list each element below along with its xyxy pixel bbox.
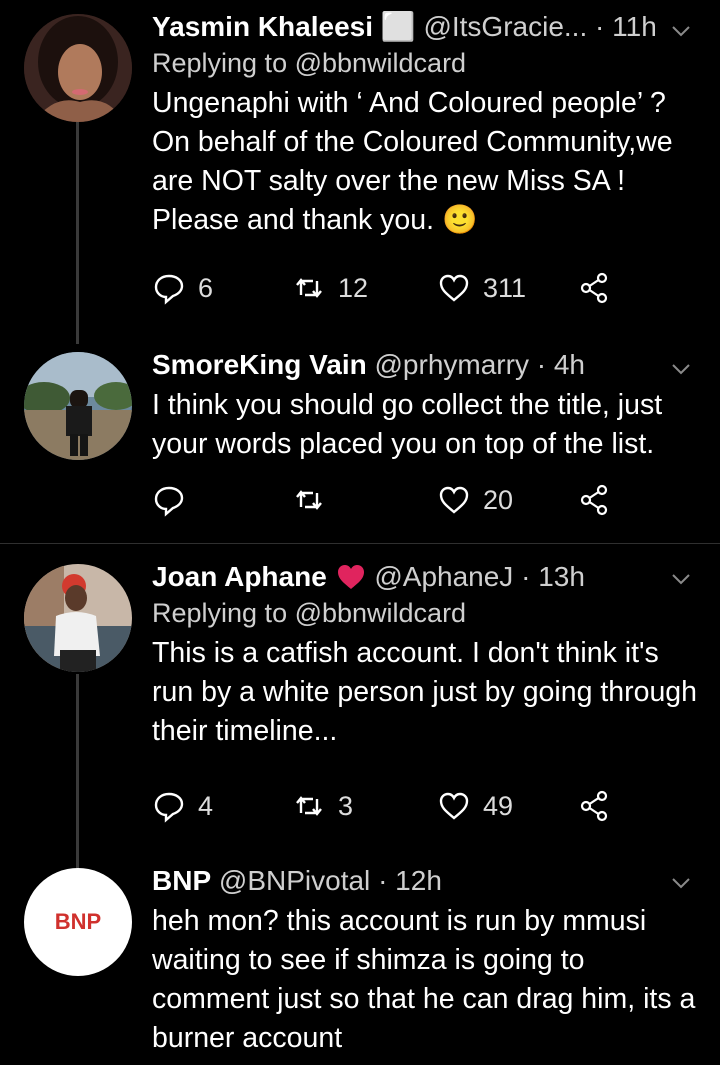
like-icon [439,792,469,820]
share-button[interactable] [578,268,612,308]
display-name[interactable]: BNP [152,865,211,896]
chevron-down-icon[interactable] [670,568,692,590]
retweet-button[interactable] [292,480,338,520]
tweet-bnp[interactable]: BNP BNP @BNPivotal · 12h heh mon? this a… [0,860,720,1065]
tweet-smoreking[interactable]: SmoreKing Vain @prhymarry · 4h I think y… [0,340,720,540]
reply-count: 4 [198,790,214,821]
thread-line [76,674,79,874]
action-bar: 6 12 311 [152,268,632,308]
chevron-down-icon[interactable] [670,358,692,380]
reply-icon [154,792,184,823]
reply-button[interactable] [152,480,198,520]
tweet-text: This is a catfish account. I don't think… [152,637,698,747]
retweet-button[interactable]: 3 [292,786,353,826]
retweet-icon [296,278,322,298]
like-button[interactable]: 49 [437,786,513,826]
tweet-yasmin[interactable]: Yasmin Khaleesi ⬜ @ItsGracie... · 11h Re… [0,0,720,344]
like-button[interactable]: 20 [437,480,513,520]
tweet-text: heh mon? this account is run by mmusi wa… [152,905,696,1054]
user-handle[interactable]: @BNPivotal [219,865,370,896]
timestamp[interactable]: 4h [554,349,585,380]
reply-button[interactable]: 6 [152,268,213,308]
user-handle[interactable]: @prhymarry [375,349,529,380]
retweet-icon [296,796,322,816]
retweet-count: 12 [338,272,369,303]
thread-line [76,122,79,344]
like-icon [439,274,469,302]
like-icon [439,486,469,514]
share-icon [580,790,608,822]
display-name[interactable]: SmoreKing Vain [152,349,367,380]
user-handle[interactable]: @ItsGracie... [423,11,587,42]
replying-to[interactable]: Replying to @bbnwildcard [152,46,702,82]
timestamp[interactable]: 12h [395,865,442,896]
retweet-icon [296,490,322,510]
chevron-down-icon[interactable] [670,20,692,42]
heart-emoji-icon [337,565,364,589]
tweet-joan[interactable]: Joan Aphane @AphaneJ · 13h Replying to @… [0,556,720,874]
separator: · [378,865,388,896]
reply-count: 6 [198,272,214,303]
retweet-count: 3 [338,790,354,821]
separator: · [521,561,531,592]
reply-button[interactable]: 4 [152,786,213,826]
avatar[interactable] [24,564,132,672]
reply-icon [154,486,184,517]
user-handle[interactable]: @AphaneJ [374,561,513,592]
share-icon [580,272,608,304]
share-icon [580,484,608,516]
avatar[interactable] [24,352,132,460]
action-bar: 20 [152,480,632,520]
share-button[interactable] [578,480,612,520]
bnp-logo: BNP [54,909,102,934]
avatar[interactable]: BNP [24,868,132,976]
like-count: 49 [483,790,514,821]
tweet-text: I think you should go collect the title,… [152,389,663,460]
share-button[interactable] [578,786,612,826]
like-count: 20 [483,484,514,515]
tweet-text: Ungenaphi with ‘ And Coloured people’ ? … [152,87,673,236]
chevron-down-icon[interactable] [670,872,692,894]
action-bar: 4 3 49 [152,786,632,826]
tweet-header: BNP @BNPivotal · 12h [152,864,702,900]
like-button[interactable]: 311 [437,268,526,308]
separator: · [536,349,547,380]
timestamp[interactable]: 11h [612,11,657,42]
timestamp[interactable]: 13h [538,561,585,592]
replying-to[interactable]: Replying to @bbnwildcard [152,596,702,632]
avatar[interactable] [24,14,132,122]
display-name[interactable]: Yasmin Khaleesi ⬜ [152,11,416,42]
reply-icon [154,274,184,305]
divider [0,543,720,544]
retweet-button[interactable]: 12 [292,268,368,308]
separator: · [595,11,605,42]
tweet-header: Yasmin Khaleesi ⬜ @ItsGracie... · 11h [152,10,702,46]
display-name[interactable]: Joan Aphane [152,561,327,592]
tweet-header: Joan Aphane @AphaneJ · 13h [152,560,702,596]
like-count: 311 [483,272,527,303]
tweet-header: SmoreKing Vain @prhymarry · 4h [152,348,702,384]
